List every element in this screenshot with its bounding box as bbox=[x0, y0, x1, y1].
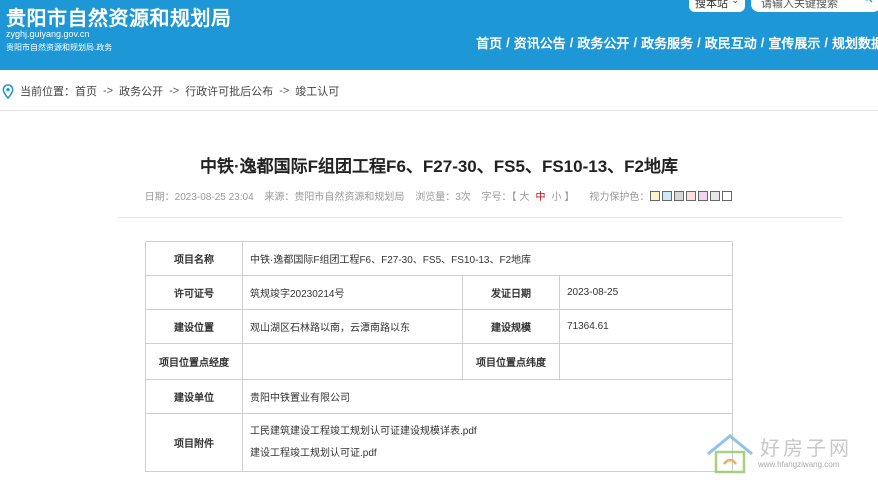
meta-divider bbox=[118, 217, 842, 218]
font-small-button[interactable]: 小 bbox=[552, 192, 562, 203]
font-size-control: 字号：【大中小】 bbox=[482, 192, 578, 203]
breadcrumb-completion[interactable]: 竣工认可 bbox=[295, 83, 339, 99]
swatch-purple[interactable] bbox=[698, 191, 709, 201]
watermark-text: 好房子网 bbox=[760, 436, 852, 460]
location-label: 建设位置 bbox=[145, 309, 243, 344]
attachments-label: 项目附件 bbox=[145, 413, 243, 472]
table-row: 建设位置 观山湖区石林路以南，云潭南路以东 建设规模 71364.61 bbox=[145, 309, 733, 344]
nav-home[interactable]: 首页 bbox=[476, 33, 502, 52]
site-header: 贵阳市自然资源和规划局 zyghj.guiyang.gov.cn 贵阳市自然资源… bbox=[0, 0, 878, 70]
search-placeholder: 请输入关键搜索 bbox=[761, 0, 838, 10]
table-row: 建设单位 贵阳中铁置业有限公司 bbox=[145, 379, 733, 414]
swatch-light[interactable] bbox=[710, 191, 721, 201]
house-logo-icon bbox=[707, 434, 753, 474]
nav-separator: / bbox=[760, 34, 765, 50]
font-medium-button[interactable]: 中 bbox=[536, 192, 546, 203]
nav-gov-open[interactable]: 政务公开 bbox=[577, 33, 629, 52]
swatch-blue[interactable] bbox=[662, 191, 673, 201]
project-name-value: 中铁·逸都国际F组团工程F6、F27-30、FS5、FS10-13、F2地库 bbox=[242, 241, 733, 276]
breadcrumb-home[interactable]: 首页 bbox=[75, 83, 97, 99]
latitude-value bbox=[559, 343, 733, 380]
nav-separator: / bbox=[569, 34, 574, 50]
nav-gov-service[interactable]: 政务服务 bbox=[641, 33, 693, 52]
table-row: 项目附件 工民建筑建设工程竣工规划认可证建设规模详表.pdf 建设工程竣工规划认… bbox=[145, 413, 733, 472]
breadcrumb-gov-open[interactable]: 政务公开 bbox=[119, 83, 163, 99]
eye-protect-label: 视力保护色： bbox=[589, 192, 650, 203]
swatch-gray[interactable] bbox=[674, 191, 685, 201]
nav-separator: / bbox=[824, 34, 828, 50]
location-value: 观山湖区石林路以南，云潭南路以东 bbox=[242, 309, 463, 344]
breadcrumb-permit-publication[interactable]: 行政许可批后公布 bbox=[185, 83, 273, 99]
font-size-label: 字号：【 bbox=[481, 192, 517, 203]
nav-separator: / bbox=[697, 34, 701, 50]
latitude-label: 项目位置点纬度 bbox=[462, 343, 560, 380]
table-row: 许可证号 筑规竣字20230214号 发证日期 2023-08-25 bbox=[145, 275, 733, 310]
attachment-link[interactable]: 建设工程竣工规划认可证.pdf bbox=[250, 443, 725, 465]
table-row: 项目名称 中铁·逸都国际F组团工程F6、F27-30、FS5、FS10-13、F… bbox=[145, 241, 733, 276]
nav-interaction[interactable]: 政民互动 bbox=[705, 33, 757, 52]
issue-date-label: 发证日期 bbox=[462, 275, 560, 310]
search-input[interactable]: 请输入关键搜索 bbox=[751, 0, 878, 12]
content-divider bbox=[0, 110, 878, 111]
nav-news[interactable]: 资讯公告 bbox=[514, 33, 566, 52]
site-subtitle: 贵阳市自然资源和规划局.政务 bbox=[6, 43, 113, 52]
nav-publicity[interactable]: 宣传展示 bbox=[768, 33, 820, 52]
chevron-down-icon: ⌄ bbox=[731, 0, 739, 5]
watermark-url: www.hfangziwang.com bbox=[758, 460, 840, 469]
article-title: 中铁·逸都国际F组团工程F6、F27-30、FS5、FS10-13、F2地库 bbox=[200, 157, 678, 176]
swatch-pink[interactable] bbox=[686, 191, 697, 201]
project-info-table: 项目名称 中铁·逸都国际F组团工程F6、F27-30、FS5、FS10-13、F… bbox=[145, 241, 733, 472]
unit-label: 建设单位 bbox=[145, 379, 243, 414]
attachment-link[interactable]: 工民建筑建设工程竣工规划认可证建设规模详表.pdf bbox=[250, 421, 725, 443]
table-row: 项目位置点经度 项目位置点纬度 bbox=[145, 343, 733, 380]
font-large-button[interactable]: 大 bbox=[520, 192, 530, 203]
main-nav: 首页 / 资讯公告 / 政务公开 / 政务服务 / 政民互动 / 宣传展示 / … bbox=[476, 33, 878, 51]
article-source: 来源：贵阳市自然资源和规划局 bbox=[264, 192, 405, 203]
breadcrumb-separator: -> bbox=[169, 85, 180, 97]
article-date: 日期：2023-08-25 23:04 bbox=[144, 192, 254, 203]
longitude-value bbox=[242, 343, 463, 380]
site-title[interactable]: 贵阳市自然资源和规划局 bbox=[6, 2, 232, 31]
search-icon[interactable] bbox=[862, 0, 873, 3]
article-views: 浏览量：3次 bbox=[415, 192, 471, 203]
nav-planning-data[interactable]: 规划数据 bbox=[832, 33, 878, 52]
swatch-white[interactable] bbox=[722, 191, 733, 201]
permit-value: 筑规竣字20230214号 bbox=[242, 275, 463, 310]
search-scope-label: 搜本站 bbox=[695, 0, 728, 10]
issue-date-value: 2023-08-25 bbox=[559, 275, 733, 310]
location-pin-icon bbox=[2, 83, 14, 99]
breadcrumb-separator: -> bbox=[279, 85, 290, 97]
nav-separator: / bbox=[633, 34, 638, 50]
unit-value: 贵阳中铁置业有限公司 bbox=[242, 379, 733, 414]
breadcrumb: 当前位置： 首页 -> 政务公开 -> 行政许可批后公布 -> 竣工认可 bbox=[0, 80, 339, 102]
scale-label: 建设规模 bbox=[462, 309, 560, 344]
permit-label: 许可证号 bbox=[145, 275, 243, 310]
breadcrumb-separator: -> bbox=[103, 85, 114, 97]
eye-protect-control: 视力保护色： bbox=[589, 191, 733, 203]
swatch-yellow[interactable] bbox=[650, 191, 661, 201]
longitude-label: 项目位置点经度 bbox=[145, 343, 243, 380]
attachments-cell: 工民建筑建设工程竣工规划认可证建设规模详表.pdf 建设工程竣工规划认可证.pd… bbox=[242, 413, 733, 472]
watermark: 好房子网 www.hfangziwang.com bbox=[700, 430, 878, 480]
nav-separator: / bbox=[506, 34, 510, 50]
breadcrumb-label: 当前位置： bbox=[20, 86, 75, 98]
scale-value: 71364.61 bbox=[559, 309, 733, 344]
font-size-end: 】 bbox=[564, 192, 575, 203]
site-domain: zyghj.guiyang.gov.cn bbox=[6, 29, 90, 39]
search-scope-select[interactable]: 搜本站 ⌄ bbox=[689, 0, 745, 12]
project-name-label: 项目名称 bbox=[145, 241, 243, 276]
article-meta: 日期：2023-08-25 23:04 来源：贵阳市自然资源和规划局 浏览量：3… bbox=[0, 188, 878, 203]
